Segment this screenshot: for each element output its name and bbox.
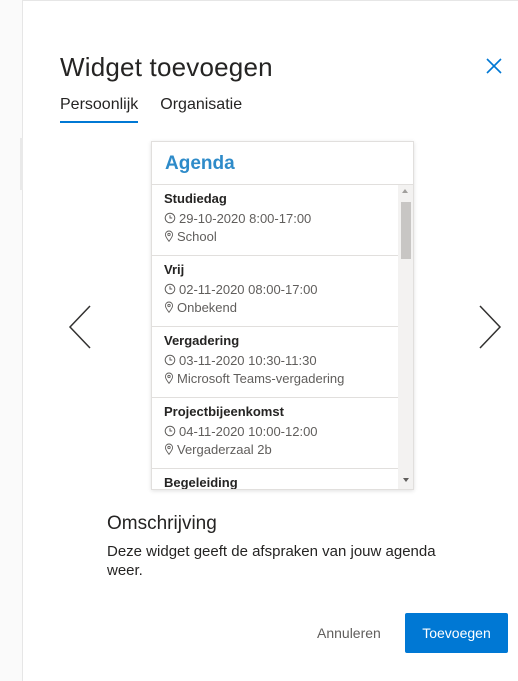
cancel-button[interactable]: Annuleren bbox=[313, 614, 385, 652]
scroll-down-arrow-icon[interactable] bbox=[403, 478, 409, 482]
agenda-item-location: Microsoft Teams-vergadering bbox=[177, 370, 345, 386]
next-widget-button[interactable] bbox=[476, 304, 504, 350]
agenda-item[interactable]: Projectbijeenkomst 04-11-2020 10:00-12:0… bbox=[152, 398, 398, 469]
location-pin-icon bbox=[164, 230, 174, 242]
left-panel-edge bbox=[0, 0, 23, 681]
agenda-item-title: Begeleiding bbox=[164, 475, 238, 490]
close-button[interactable] bbox=[482, 54, 506, 78]
agenda-item-location: School bbox=[177, 228, 217, 244]
agenda-list: Studiedag 29-10-2020 8:00-17:00 School V… bbox=[152, 185, 398, 490]
tab-bar: Persoonlijk Organisatie bbox=[60, 96, 242, 123]
agenda-item-time: 29-10-2020 8:00-17:00 bbox=[179, 210, 312, 226]
chevron-right-icon bbox=[479, 305, 502, 349]
location-pin-icon bbox=[164, 443, 174, 455]
location-pin-icon bbox=[164, 372, 174, 384]
agenda-item-time: 03-11-2020 10:30-11:30 bbox=[179, 352, 317, 368]
left-panel-selection bbox=[0, 138, 23, 190]
agenda-item-title: Vergadering bbox=[164, 333, 240, 348]
agenda-item-time: 04-11-2020 10:00-12:00 bbox=[179, 423, 318, 439]
agenda-item-title: Studiedag bbox=[164, 191, 227, 206]
agenda-item[interactable]: Begeleiding bbox=[152, 469, 398, 490]
agenda-widget-preview: Agenda Studiedag 29-10-2020 8:00-17:00 S… bbox=[151, 141, 414, 490]
scrollbar-thumb[interactable] bbox=[401, 202, 411, 259]
agenda-item-location: Onbekend bbox=[177, 299, 237, 315]
chevron-left-icon bbox=[68, 305, 91, 349]
agenda-item[interactable]: Vrij 02-11-2020 08:00-17:00 Onbekend bbox=[152, 256, 398, 327]
agenda-item-time: 02-11-2020 08:00-17:00 bbox=[179, 281, 318, 297]
widget-scrollbar[interactable] bbox=[398, 185, 413, 489]
clock-icon bbox=[164, 283, 176, 295]
agenda-item-title: Projectbijeenkomst bbox=[164, 404, 284, 419]
scroll-up-arrow-icon[interactable] bbox=[402, 189, 408, 193]
top-border bbox=[23, 0, 518, 10]
clock-icon bbox=[164, 212, 176, 224]
agenda-item[interactable]: Studiedag 29-10-2020 8:00-17:00 School bbox=[152, 185, 398, 256]
agenda-item-location: Vergaderzaal 2b bbox=[177, 441, 272, 457]
agenda-item-title: Vrij bbox=[164, 262, 185, 277]
description-text: Deze widget geeft de afspraken van jouw … bbox=[107, 543, 436, 579]
tab-persoonlijk[interactable]: Persoonlijk bbox=[60, 96, 139, 123]
agenda-item[interactable]: Vergadering 03-11-2020 10:30-11:30 Micro… bbox=[152, 327, 398, 398]
dialog-title: Widget toevoegen bbox=[60, 52, 273, 82]
description-heading: Omschrijving bbox=[107, 513, 217, 534]
add-widget-button[interactable]: Toevoegen bbox=[405, 613, 508, 653]
close-icon bbox=[486, 58, 502, 74]
widget-body: Studiedag 29-10-2020 8:00-17:00 School V… bbox=[152, 185, 413, 490]
widget-title: Agenda bbox=[165, 153, 235, 174]
widget-header: Agenda bbox=[152, 142, 413, 185]
previous-widget-button[interactable] bbox=[66, 304, 94, 350]
tab-organisatie[interactable]: Organisatie bbox=[160, 96, 242, 123]
location-pin-icon bbox=[164, 301, 174, 313]
clock-icon bbox=[164, 425, 176, 437]
clock-icon bbox=[164, 354, 176, 366]
